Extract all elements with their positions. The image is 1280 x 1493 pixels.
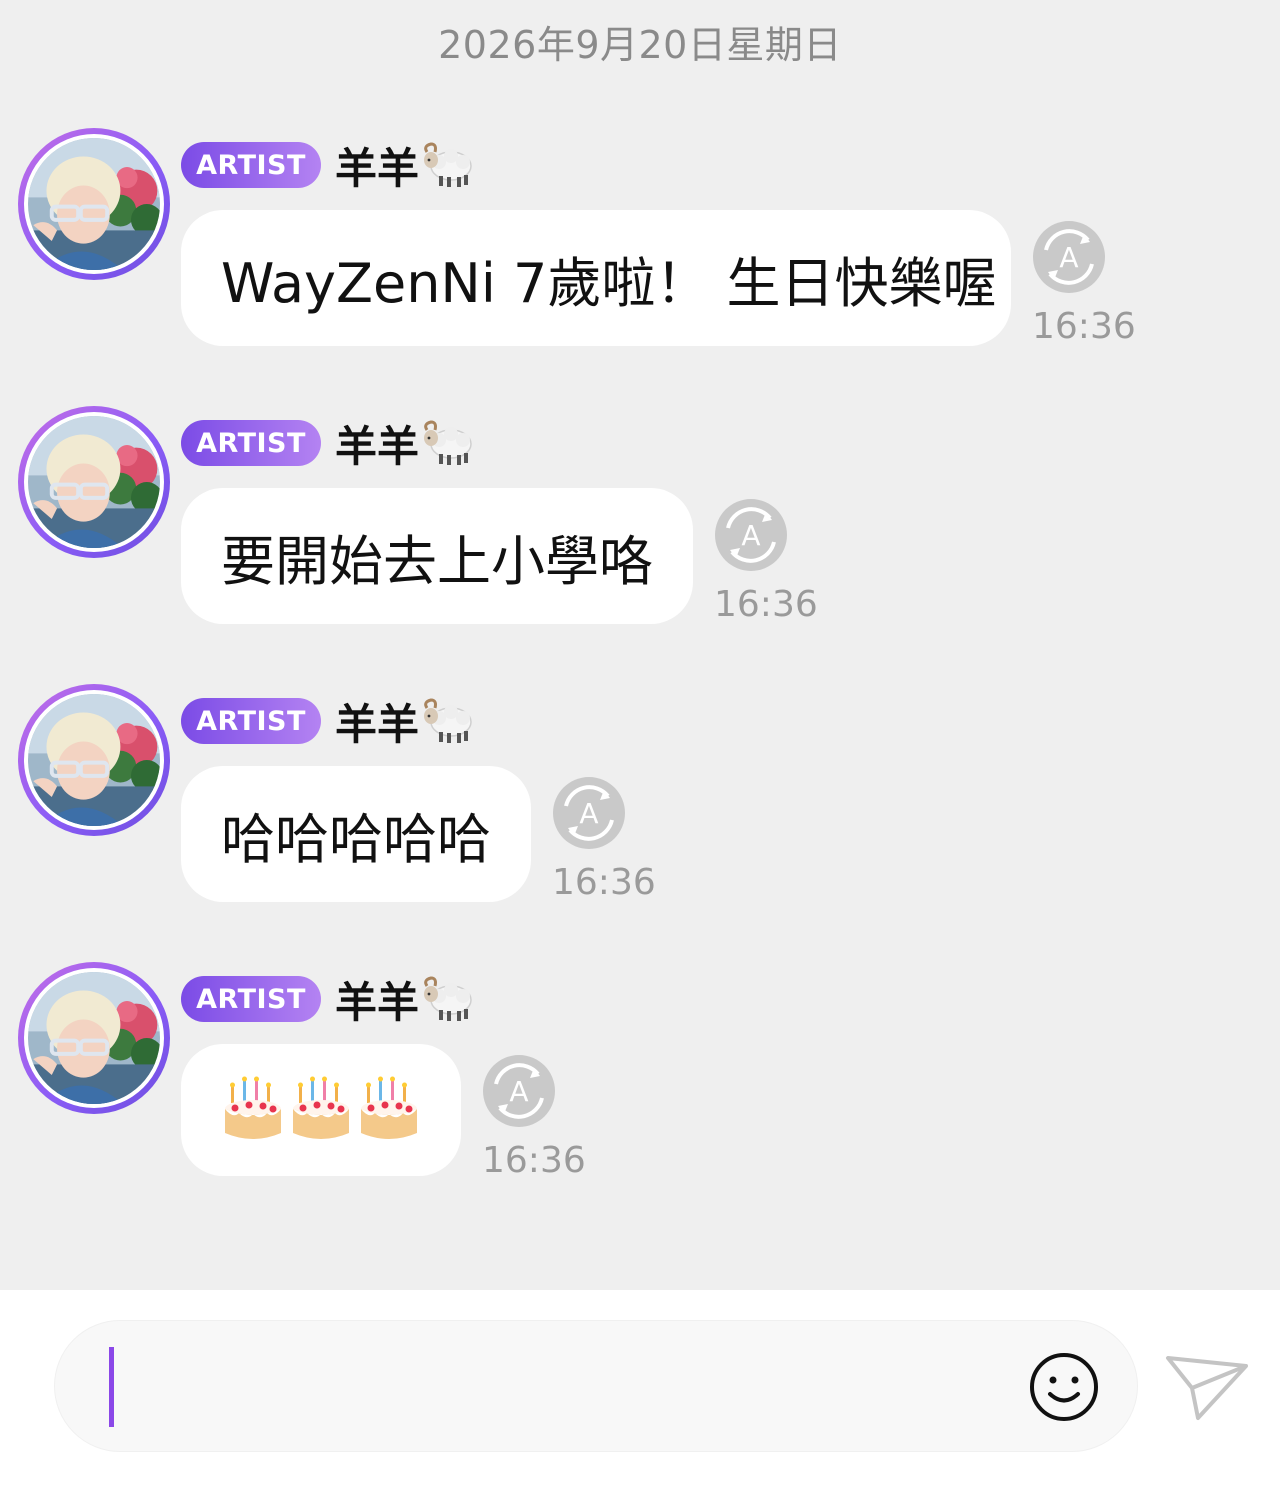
translate-icon[interactable]: A — [1032, 220, 1106, 294]
message-item: ARTIST 羊羊 WayZenNi 7歲啦！ 生日快樂喔 A 16:36 — [0, 128, 1280, 388]
message-item: ARTIST 羊羊 A 16:36 — [0, 962, 1280, 1222]
message-composer — [0, 1290, 1280, 1493]
avatar[interactable] — [18, 962, 170, 1114]
sender-name[interactable]: 羊羊 — [335, 413, 475, 474]
sheep-icon — [424, 698, 472, 743]
translate-icon[interactable]: A — [714, 498, 788, 572]
emoji-row — [221, 1075, 421, 1145]
sender-name-text: 羊羊 — [335, 977, 420, 1027]
message-time: 16:36 — [714, 584, 818, 625]
sheep-icon — [424, 142, 472, 187]
translate-icon[interactable]: A — [552, 776, 626, 850]
svg-text:A: A — [509, 1075, 528, 1108]
sender-name-text: 羊羊 — [335, 421, 420, 471]
date-separator: 2026年9月20日星期日 — [438, 23, 842, 67]
artist-badge: ARTIST — [181, 420, 321, 466]
sender-name[interactable]: 羊羊 — [335, 969, 475, 1030]
sheep-icon — [424, 976, 472, 1021]
emoji-icon[interactable] — [1028, 1351, 1100, 1423]
avatar[interactable] — [18, 684, 170, 836]
svg-text:A: A — [1059, 241, 1078, 274]
message-bubble[interactable]: 哈哈哈哈哈 — [181, 766, 531, 902]
message-text: WayZenNi 7歲啦！ 生日快樂喔 — [221, 251, 997, 315]
text-caret — [109, 1347, 114, 1427]
artist-badge: ARTIST — [181, 698, 321, 744]
chat-area[interactable]: 2026年9月20日星期日 ARTIST 羊羊 WayZenNi 7歲啦！ 生日… — [0, 0, 1280, 1290]
translate-icon[interactable]: A — [482, 1054, 556, 1128]
message-time: 16:36 — [482, 1140, 586, 1181]
artist-badge: ARTIST — [181, 976, 321, 1022]
message-bubble[interactable] — [181, 1044, 461, 1176]
message-input-box[interactable] — [54, 1320, 1138, 1452]
message-time: 16:36 — [552, 862, 656, 903]
message-input[interactable] — [105, 1341, 1005, 1433]
message-time: 16:36 — [1032, 306, 1136, 347]
send-icon[interactable] — [1162, 1348, 1250, 1426]
avatar[interactable] — [18, 406, 170, 558]
sheep-icon — [424, 420, 472, 465]
cake-icon — [225, 1076, 281, 1139]
cake-icon — [361, 1076, 417, 1139]
avatar[interactable] — [18, 128, 170, 280]
svg-text:A: A — [741, 519, 760, 552]
sender-name-text: 羊羊 — [335, 143, 420, 193]
avatar-photo — [28, 972, 160, 1104]
artist-badge: ARTIST — [181, 142, 321, 188]
message-bubble[interactable]: WayZenNi 7歲啦！ 生日快樂喔 — [181, 210, 1011, 346]
avatar-photo — [28, 416, 160, 548]
svg-text:A: A — [579, 797, 598, 830]
message-bubble[interactable]: 要開始去上小學咯 — [181, 488, 693, 624]
message-text: 要開始去上小學咯 — [221, 529, 653, 593]
sender-name-text: 羊羊 — [335, 699, 420, 749]
avatar-photo — [28, 694, 160, 826]
sender-name[interactable]: 羊羊 — [335, 691, 475, 752]
avatar-photo — [28, 138, 160, 270]
message-item: ARTIST 羊羊 要開始去上小學咯 A 16:36 — [0, 406, 1280, 666]
sender-name[interactable]: 羊羊 — [335, 135, 475, 196]
message-text: 哈哈哈哈哈 — [221, 807, 491, 871]
cake-icon — [293, 1076, 349, 1139]
message-item: ARTIST 羊羊 哈哈哈哈哈 A 16:36 — [0, 684, 1280, 944]
